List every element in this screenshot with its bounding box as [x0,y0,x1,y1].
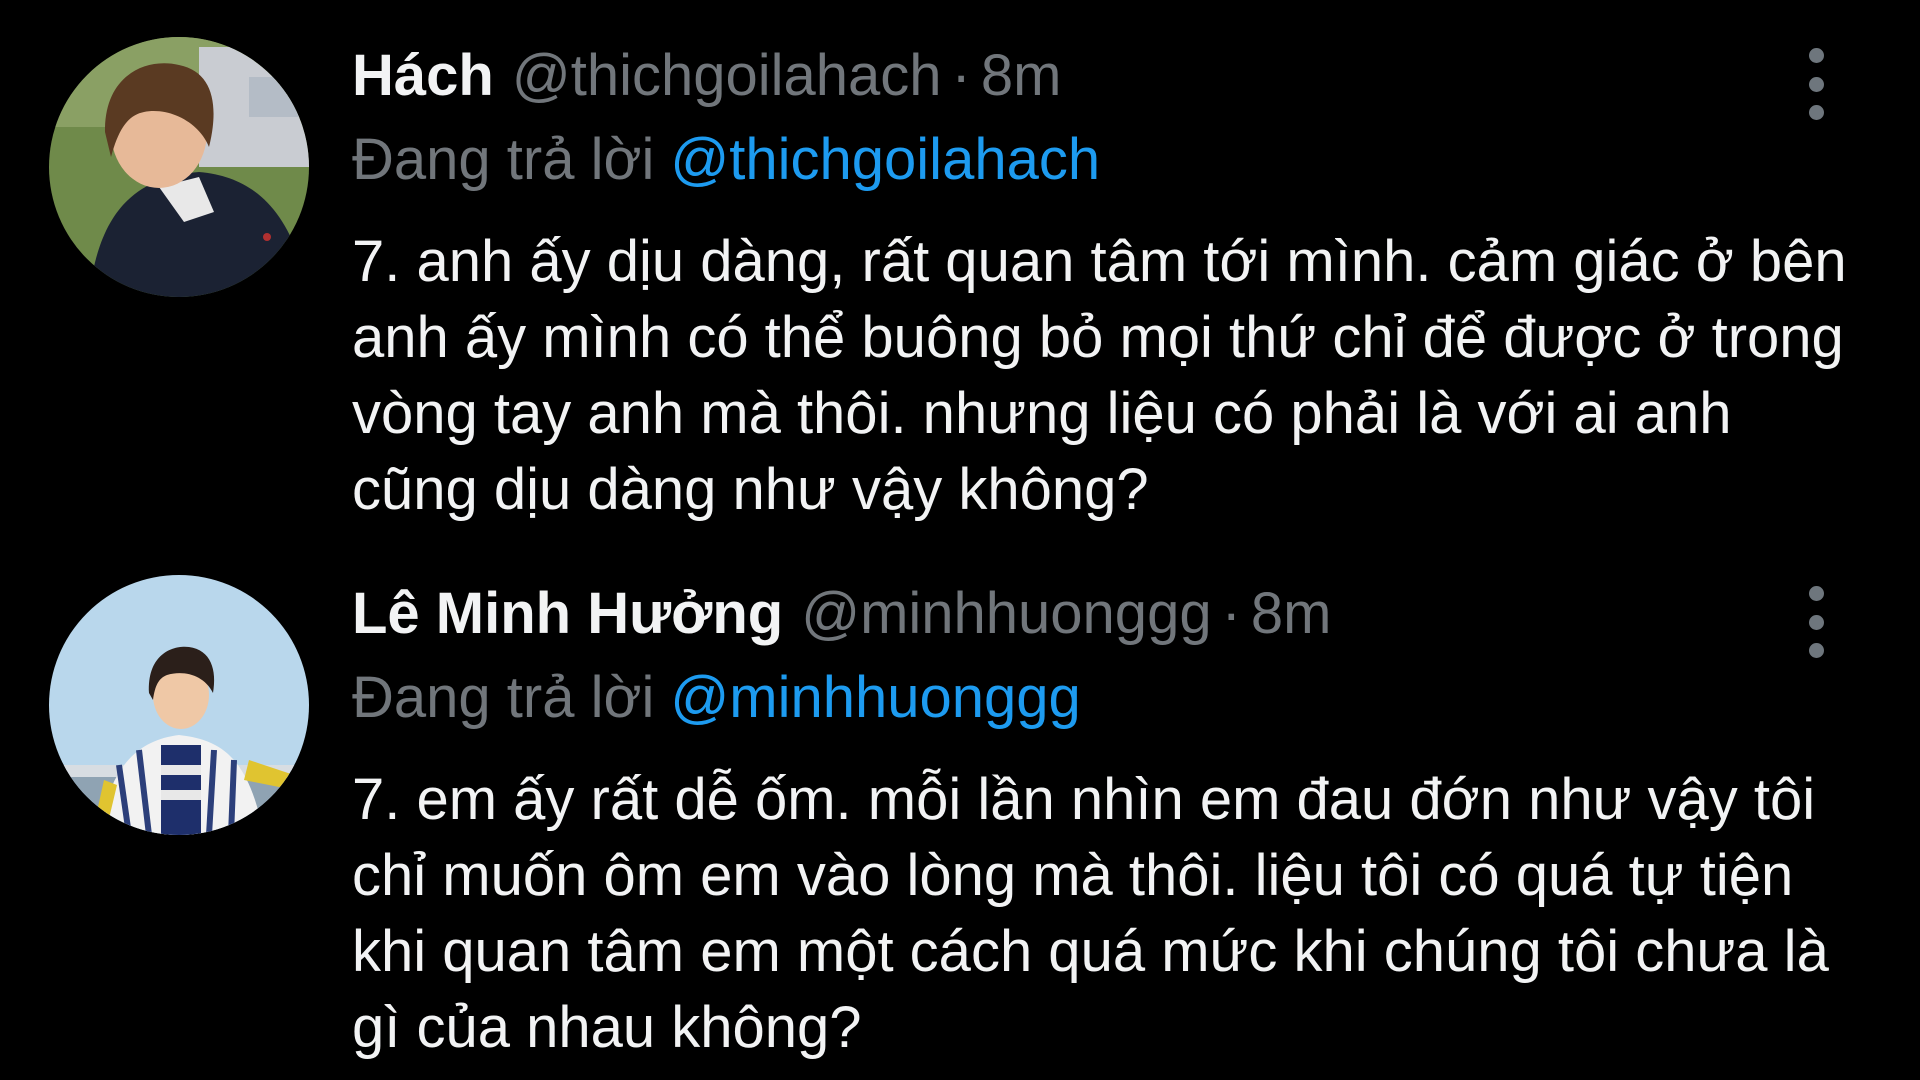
user-handle[interactable]: @thichgoilahach [512,34,942,118]
tweet-text: 7. em ấy rất dễ ốm. mỗi lần nhìn em đau … [352,767,1829,1060]
more-vertical-icon [1808,48,1824,63]
more-vertical-icon [1808,105,1824,120]
tweet-header: Lê Minh Hưởng @minhhuonggg · 8m [352,572,1852,656]
more-options-button[interactable] [1786,48,1846,120]
reply-context: Đang trả lời @minhhuonggg [352,656,1852,740]
tweet-content: Lê Minh Hưởng @minhhuonggg · 8m Đang trả… [352,572,1852,1066]
user-handle[interactable]: @minhhuonggg [801,572,1211,656]
more-options-button[interactable] [1786,586,1846,658]
tweet-header: Hách @thichgoilahach · 8m [352,34,1852,118]
more-vertical-icon [1808,586,1824,601]
reply-prefix: Đang trả lời [352,665,655,730]
reply-mention-link[interactable]: @minhhuonggg [670,665,1080,730]
tweet-feed: Hách @thichgoilahach · 8m Đang trả lời @t… [0,0,1920,1080]
avatar[interactable] [49,575,309,835]
reply-context: Đang trả lời @thichgoilahach [352,118,1852,202]
more-vertical-icon [1808,614,1824,630]
profile-photo-icon [49,575,309,835]
separator: · [951,43,971,108]
reply-mention-link[interactable]: @thichgoilahach [670,127,1100,192]
timestamp[interactable]: 8m [1251,572,1332,656]
display-name[interactable]: Lê Minh Hưởng [352,572,783,656]
more-vertical-icon [1808,76,1824,92]
more-vertical-icon [1808,643,1824,658]
tweet-text: 7. anh ấy dịu dàng, rất quan tâm tới mìn… [352,229,1847,522]
separator: · [1221,581,1241,646]
display-name[interactable]: Hách [352,34,494,118]
reply-prefix: Đang trả lời [352,127,655,192]
avatar[interactable] [49,37,309,297]
tweet-content: Hách @thichgoilahach · 8m Đang trả lời @t… [352,34,1852,528]
timestamp[interactable]: 8m [981,34,1062,118]
profile-photo-icon [49,37,309,297]
